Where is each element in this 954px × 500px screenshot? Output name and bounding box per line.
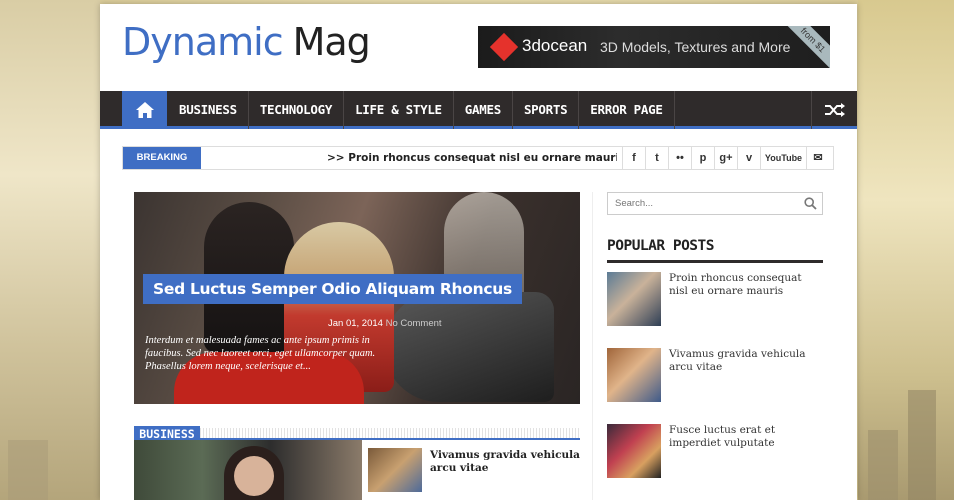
main-nav: BUSINESS TECHNOLOGY LIFE & STYLE GAMES S… xyxy=(100,91,857,129)
home-button[interactable] xyxy=(122,91,167,129)
facebook-icon[interactable]: f xyxy=(622,147,645,169)
flickr-icon[interactable]: •• xyxy=(668,147,691,169)
nav-item-sports[interactable]: SPORTS xyxy=(513,91,580,129)
email-icon[interactable]: ✉ xyxy=(806,147,829,169)
popular-posts-heading: POPULAR POSTS xyxy=(607,238,715,254)
nav-item-games[interactable]: GAMES xyxy=(454,91,513,129)
site-logo[interactable]: Dynamic Mag xyxy=(122,20,371,64)
breaking-news-bar: BREAKING NEWS >> Proin rhoncus consequat… xyxy=(122,146,834,185)
nav-item-business[interactable]: BUSINESS xyxy=(168,91,249,129)
featured-post-date: Jan 01, 2014 xyxy=(328,318,383,329)
featured-post-title[interactable]: Sed Luctus Semper Odio Aliquam Rhoncus xyxy=(143,274,522,304)
header-ad-banner[interactable]: 3docean 3D Models, Textures and More fro… xyxy=(478,26,830,68)
pinterest-icon[interactable]: p xyxy=(691,147,714,169)
popular-post-title[interactable]: Fusce luctus erat et imperdiet vulputate xyxy=(669,424,823,450)
google-plus-icon[interactable]: g+ xyxy=(714,147,737,169)
popular-post-thumbnail[interactable] xyxy=(607,348,661,402)
nav-item-technology[interactable]: TECHNOLOGY xyxy=(249,91,345,129)
vimeo-icon[interactable]: v xyxy=(737,147,760,169)
featured-post-comments[interactable]: No Comment xyxy=(386,318,442,329)
sidebar-divider xyxy=(592,192,593,500)
section-header-stripes xyxy=(200,428,580,438)
popular-post-title[interactable]: Vivamus gravida vehicula arcu vitae xyxy=(669,348,823,374)
twitter-icon[interactable]: t xyxy=(645,147,668,169)
background-left xyxy=(0,0,100,500)
shuffle-icon xyxy=(824,103,845,117)
business-image-face xyxy=(234,456,274,496)
business-post-thumbnail[interactable] xyxy=(368,448,422,492)
popular-posts-rule xyxy=(607,260,823,263)
business-featured-image[interactable] xyxy=(134,440,362,500)
youtube-icon[interactable]: YouTube xyxy=(760,147,806,169)
nav-menu: BUSINESS TECHNOLOGY LIFE & STYLE GAMES S… xyxy=(168,91,675,129)
3docean-logo-icon xyxy=(489,32,519,62)
random-post-button[interactable] xyxy=(811,91,857,129)
breaking-news-text[interactable]: >> Proin rhoncus consequat nisl eu ornar… xyxy=(327,147,617,169)
popular-post-thumbnail[interactable] xyxy=(607,424,661,478)
popular-post-title[interactable]: Proin rhoncus consequat nisl eu ornare m… xyxy=(669,272,823,298)
logo-part-1: Dynamic xyxy=(122,20,284,64)
ad-tagline: 3D Models, Textures and More xyxy=(600,39,791,55)
breaking-news-label: BREAKING NEWS xyxy=(123,147,201,185)
business-post-title[interactable]: Vivamus gravida vehicula arcu vitae xyxy=(430,449,580,475)
featured-post-excerpt: Interdum et malesuada fames ac ante ipsu… xyxy=(145,335,376,372)
ad-brand: 3docean xyxy=(522,36,588,55)
search-box xyxy=(607,192,823,215)
social-links: f t •• p g+ v YouTube ✉ xyxy=(622,147,829,169)
home-icon xyxy=(135,102,154,118)
page: Dynamic Mag 3docean 3D Models, Textures a… xyxy=(100,4,857,500)
background-right xyxy=(858,0,954,500)
search-icon[interactable] xyxy=(804,197,817,210)
nav-item-error-page[interactable]: ERROR PAGE xyxy=(579,91,675,129)
logo-part-2: Mag xyxy=(292,20,371,64)
featured-post-meta: Jan 01, 2014 No Comment xyxy=(328,318,442,329)
nav-item-life-style[interactable]: LIFE & STYLE xyxy=(344,91,454,129)
featured-slider[interactable]: Sed Luctus Semper Odio Aliquam Rhoncus J… xyxy=(134,192,580,404)
search-input[interactable] xyxy=(608,193,798,214)
popular-post-thumbnail[interactable] xyxy=(607,272,661,326)
hero-motorcycle xyxy=(384,292,554,402)
